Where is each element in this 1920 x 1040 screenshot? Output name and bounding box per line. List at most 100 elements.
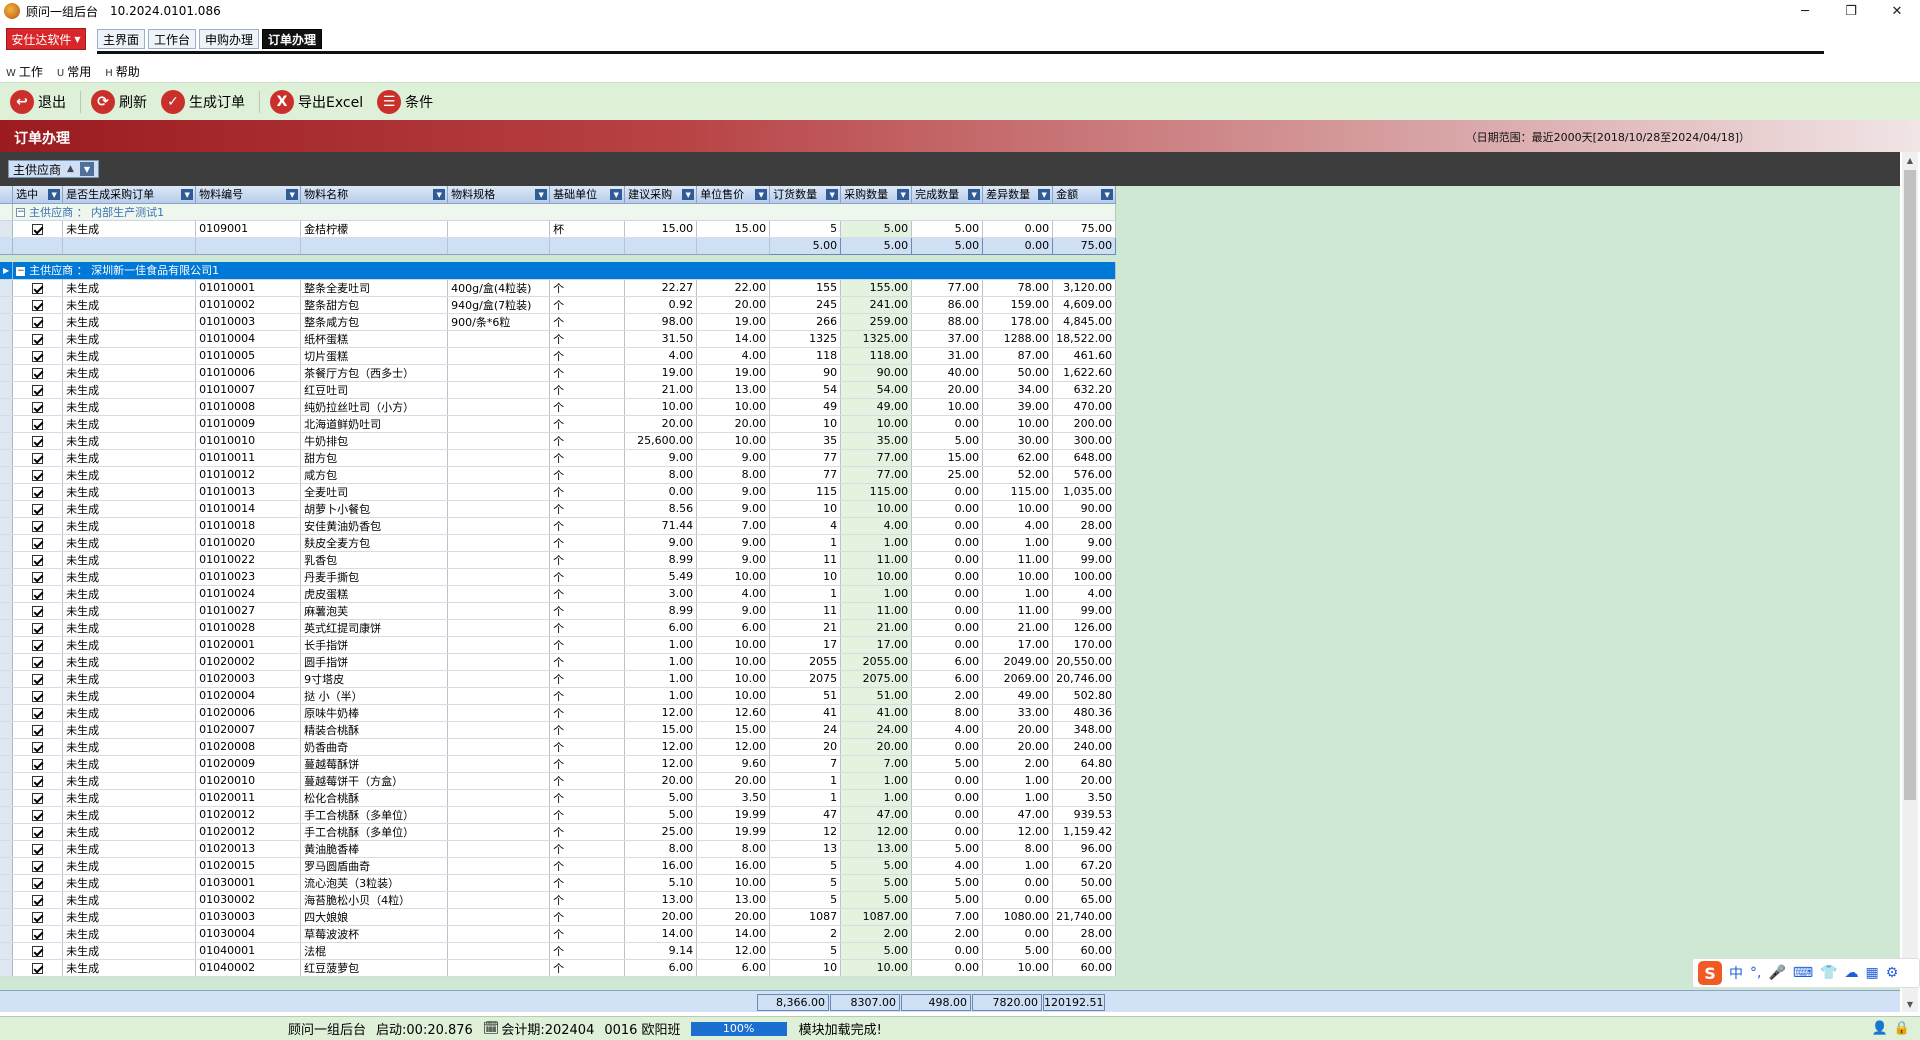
select-cell[interactable] [12, 483, 64, 501]
checkbox-checked-icon[interactable] [32, 911, 44, 923]
table-row[interactable]: 未生成 01020011 松化合桃酥个 5.00 3.50 1 1.00 0.00 1.00 3.… [0, 789, 1117, 807]
select-cell[interactable] [12, 313, 64, 331]
checkbox-checked-icon[interactable] [32, 792, 44, 804]
select-cell[interactable] [12, 415, 64, 433]
collapse-icon[interactable]: − [16, 266, 26, 276]
checkbox-checked-icon[interactable] [32, 877, 44, 889]
select-cell[interactable] [12, 381, 64, 399]
select-cell[interactable] [12, 364, 64, 382]
table-row[interactable]: 未生成 01030002 海苔脆松小贝（4粒）个 13.00 13.00 5 5.00 5.0… [0, 891, 1117, 909]
table-row[interactable]: 未生成 01020006 原味牛奶棒 个 12.00 12.60 41 41.00 8.00 33… [0, 704, 1117, 722]
table-row[interactable]: 未生成 01010028 英式红提司康饼个 6.00 6.00 21 21.00 0.00 21… [0, 619, 1117, 637]
maximize-button[interactable]: ❐ [1828, 0, 1874, 22]
select-cell[interactable] [12, 874, 64, 892]
checkbox-checked-icon[interactable] [32, 928, 44, 940]
checkbox-checked-icon[interactable] [32, 537, 44, 549]
select-cell[interactable] [12, 857, 64, 875]
collapse-icon[interactable]: − [16, 208, 26, 217]
table-row[interactable]: 未生成 01010011 甜方包个 9.00 9.00 77 77.00 15.00 62.00… [0, 449, 1117, 467]
user-icon[interactable]: 👤 [1872, 1021, 1888, 1036]
checkbox-checked-icon[interactable] [32, 860, 44, 872]
table-row[interactable]: 未生成 01030001 流心泡芙（3粒装）个 5.10 10.00 5 5.00 5.00 0… [0, 874, 1117, 892]
checkbox-checked-icon[interactable] [32, 741, 44, 753]
checkbox-checked-icon[interactable] [32, 894, 44, 906]
select-cell[interactable] [12, 449, 64, 467]
table-row[interactable]: 未生成 01020010 蔓越莓饼干（方盒）个 20.00 20.00 1 1.00 0.00… [0, 772, 1117, 790]
checkbox-checked-icon[interactable] [32, 469, 44, 481]
column-header[interactable]: 采购数量 ▼ [840, 186, 913, 204]
close-button[interactable]: ✕ [1874, 0, 1920, 22]
table-row[interactable]: 未生成 01010010 牛奶排包 个 25,600.00 10.00 35 35.00 5.0… [0, 432, 1117, 450]
minimize-button[interactable]: ─ [1782, 0, 1828, 22]
select-cell[interactable] [12, 908, 64, 926]
table-row[interactable]: 未生成 01010022 乳香包个 8.99 9.00 11 11.00 0.00 11.00 9… [0, 551, 1117, 569]
select-cell[interactable] [12, 636, 64, 654]
condition-button[interactable]: ☰ 条件 [377, 89, 433, 114]
table-row[interactable]: 未生成 01020012 手工合桃酥（多单位）个 5.00 19.99 47 47.00 0.… [0, 806, 1117, 824]
select-cell[interactable] [12, 670, 64, 688]
select-cell[interactable] [12, 755, 64, 773]
table-row[interactable]: 未生成 01010008 纯奶拉丝吐司（小方）个 10.00 10.00 49 49.00 1… [0, 398, 1117, 416]
select-cell[interactable] [12, 534, 64, 552]
menu-help[interactable]: H 帮助 [105, 63, 140, 80]
table-row[interactable]: 未生成 01020002 圆手指饼 个 1.00 10.00 2055 2055.00 6.00… [0, 653, 1117, 671]
checkbox-checked-icon[interactable] [32, 401, 44, 413]
column-header[interactable]: 物料规格 ▼ [447, 186, 551, 204]
checkbox-checked-icon[interactable] [32, 554, 44, 566]
table-row[interactable]: 未生成 01030003 四大娘娘个 20.00 20.00 1087 1087.00 7.0… [0, 908, 1117, 926]
table-row[interactable]: 未生成 01020015 罗马圆盾曲奇个 16.00 16.00 5 5.00 4.00 1.0… [0, 857, 1117, 875]
ime-punctuation-icon[interactable]: °, [1750, 965, 1761, 981]
column-header[interactable]: 订货数量 ▼ [769, 186, 842, 204]
export-excel-button[interactable]: X 导出Excel [270, 89, 363, 114]
group-row[interactable]: ▶ − 主供应商 ： 深圳新一佳食品有限公司1 [0, 262, 1117, 280]
checkbox-checked-icon[interactable] [32, 707, 44, 719]
checkbox-checked-icon[interactable] [32, 843, 44, 855]
tab-main[interactable]: 主界面 [97, 29, 146, 49]
select-cell[interactable] [12, 551, 64, 569]
checkbox-checked-icon[interactable] [32, 809, 44, 821]
table-row[interactable]: 未生成 01020001 长手指饼个 1.00 10.00 17 17.00 0.00 17.0… [0, 636, 1117, 654]
table-row[interactable]: 未生成 01010002 整条甜方包 940g/盒(7粒装) 个 0.92 20.00 245… [0, 296, 1117, 314]
select-cell[interactable] [12, 823, 64, 841]
scroll-down-icon[interactable]: ▼ [1902, 996, 1918, 1012]
select-cell[interactable] [12, 602, 64, 620]
select-cell[interactable] [12, 279, 64, 297]
select-cell[interactable] [12, 942, 64, 960]
tab-order-processing[interactable]: 订单办理 [262, 29, 323, 49]
tab-workbench[interactable]: 工作台 [148, 29, 197, 49]
table-row[interactable]: 未生成 01010018 安佳黄油奶香包个 71.44 7.00 4 4.00 0.00 4.0… [0, 517, 1117, 535]
table-row[interactable]: 未生成 01010003 整条咸方包 900/条*6粒个 98.00 19.00 266 25… [0, 313, 1117, 331]
table-row[interactable]: 未生成 0109001 金桔柠檬杯 15.00 15.00 5 5.00 5.00 0.00 75… [0, 220, 1117, 238]
select-cell[interactable] [12, 517, 64, 535]
column-header[interactable]: 物料编号 ▼ [195, 186, 302, 204]
checkbox-checked-icon[interactable] [32, 605, 44, 617]
column-header[interactable]: 是否生成采购订单 ▼ [62, 186, 197, 204]
checkbox-checked-icon[interactable] [32, 826, 44, 838]
select-cell[interactable] [12, 619, 64, 637]
select-cell[interactable] [12, 466, 64, 484]
group-row[interactable]: − 主供应商 ： 内部生产测试1 [0, 203, 1117, 221]
table-row[interactable]: 未生成 01010004 纸杯蛋糕 个 31.50 14.00 1325 1325.00 37.… [0, 330, 1117, 348]
checkbox-checked-icon[interactable] [32, 435, 44, 447]
checkbox-checked-icon[interactable] [32, 316, 44, 328]
checkbox-checked-icon[interactable] [32, 962, 44, 974]
checkbox-checked-icon[interactable] [32, 758, 44, 770]
table-row[interactable]: 未生成 01020004 挞 小（半） 个 1.00 10.00 51 51.00 2.00 49… [0, 687, 1117, 705]
cloud-icon[interactable]: ☁ [1845, 965, 1859, 981]
group-header[interactable]: − 主供应商 ： 深圳新一佳食品有限公司1 [12, 262, 1117, 280]
column-header[interactable]: 物料名称 ▼ [300, 186, 449, 204]
ime-chinese-mode[interactable]: 中 [1729, 963, 1743, 983]
select-cell[interactable] [12, 704, 64, 722]
checkbox-checked-icon[interactable] [32, 223, 44, 235]
select-cell[interactable] [12, 959, 64, 977]
checkbox-checked-icon[interactable] [32, 367, 44, 379]
checkbox-checked-icon[interactable] [32, 486, 44, 498]
select-cell[interactable] [12, 330, 64, 348]
select-cell[interactable] [12, 721, 64, 739]
table-row[interactable]: 未生成 01010007 红豆吐司 个 21.00 13.00 54 54.00 20.00 34… [0, 381, 1117, 399]
table-row[interactable]: 未生成 01010014 胡萝卜小餐包个 8.56 9.00 10 10.00 0.00 10.… [0, 500, 1117, 518]
select-cell[interactable] [12, 220, 64, 238]
column-header[interactable]: 完成数量 ▼ [911, 186, 984, 204]
select-cell[interactable] [12, 432, 64, 450]
select-cell[interactable] [12, 347, 64, 365]
